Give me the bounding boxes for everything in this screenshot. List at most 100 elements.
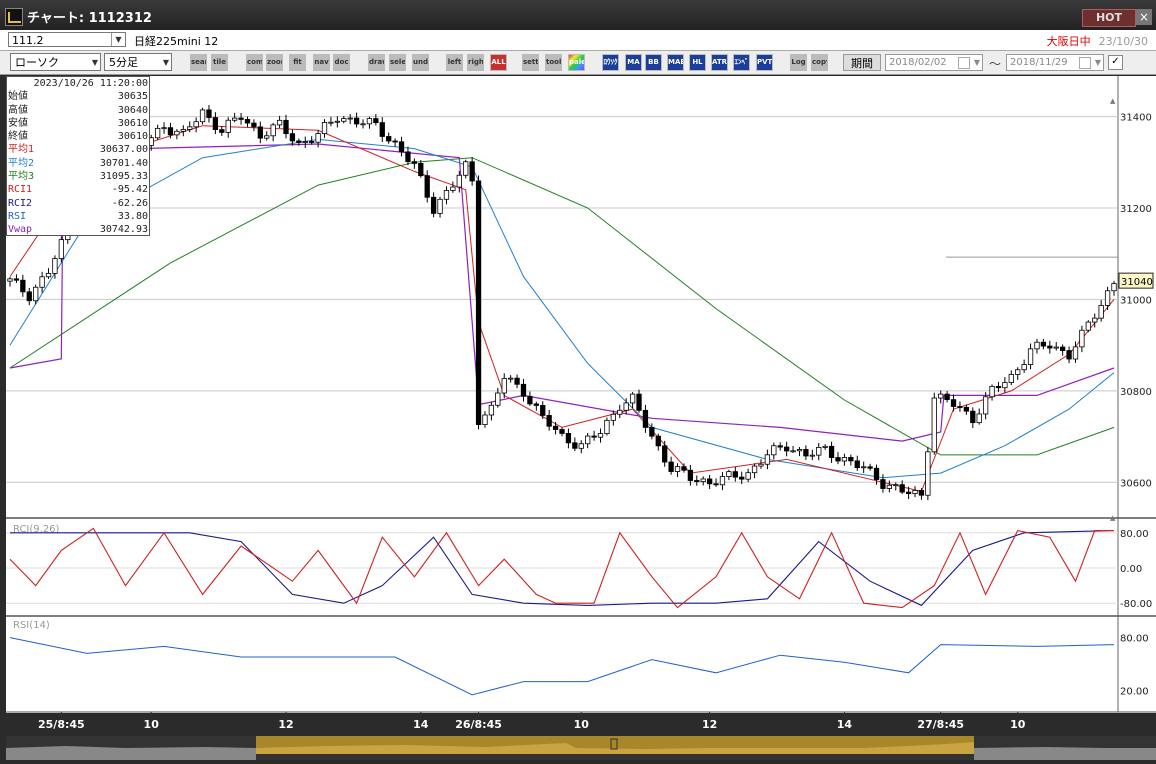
chart-area[interactable]: RCI(9,26) RSI(14) 31400 31200 31000 30800 30… xyxy=(6,76,1156,736)
candle-body xyxy=(610,413,616,421)
timeline-scrollbar[interactable] xyxy=(6,736,1156,760)
candle-body xyxy=(796,449,803,452)
time-tick-label: 14 xyxy=(413,718,429,731)
candle-body xyxy=(1008,374,1014,384)
rsi-tick-label: 80.00 xyxy=(1120,634,1149,645)
candle-body xyxy=(1040,341,1047,347)
calendar-icon[interactable] xyxy=(958,57,970,69)
candle-body xyxy=(244,119,251,124)
chart-type-select[interactable]: ローソク ▼ xyxy=(10,53,101,71)
candle-body xyxy=(1047,345,1053,349)
chevron-down-icon[interactable]: ▼ xyxy=(111,33,125,46)
toolbar-button-tile[interactable]: tile xyxy=(211,54,228,71)
toolbar-button-nav[interactable]: nav xyxy=(313,54,330,71)
candle-body xyxy=(578,443,584,449)
toolbar-button-atr[interactable]: ATR xyxy=(711,54,728,71)
candle-body xyxy=(950,399,957,407)
readout-label: RSI xyxy=(8,210,27,222)
candle-body xyxy=(328,121,334,124)
candle-body xyxy=(206,109,212,118)
interval-select[interactable]: 5分足 ▼ xyxy=(104,53,172,71)
toolbar-button-undo[interactable]: undo xyxy=(412,54,429,71)
candle-body xyxy=(540,405,546,416)
toolbar-button-all[interactable]: ALL xyxy=(490,54,507,71)
readout-label: 終値 xyxy=(8,131,28,143)
interval-value: 5分足 xyxy=(109,56,138,69)
candle-body xyxy=(270,124,276,137)
chevron-down-icon[interactable]: ▼ xyxy=(1095,55,1101,70)
readout-label: 平均1 xyxy=(8,144,35,156)
toolbar-button-fit[interactable]: fit xyxy=(289,54,306,71)
rsi-tick-label: 20.00 xyxy=(1120,686,1149,697)
toolbar-button-palette[interactable]: palette xyxy=(568,54,585,71)
toolbar-button-pvt[interactable]: PVT xyxy=(756,54,773,71)
candle-body xyxy=(963,406,970,412)
price-tick-label: 30800 xyxy=(1120,387,1152,398)
candle-body xyxy=(732,471,738,478)
candle-body xyxy=(52,258,58,274)
code-input[interactable]: 111.2 ▼ xyxy=(8,32,126,47)
date-to-input[interactable]: 2018/11/29 ▼ xyxy=(1006,54,1104,71)
candle-body xyxy=(58,239,64,259)
symbol-name: 日経225mini 12 xyxy=(134,35,219,48)
toolbar-button-bb[interactable]: BB xyxy=(645,54,662,71)
candle-body xyxy=(251,122,257,128)
toolbar-button-ﾛｳｿｸ[interactable]: ﾛｳｿｸ xyxy=(602,54,619,71)
scroll-arrow-icon: ▲ xyxy=(1110,97,1116,105)
candle-body xyxy=(1060,346,1066,351)
toolbar-button-right[interactable]: right xyxy=(467,54,484,71)
close-icon[interactable]: × xyxy=(1136,9,1152,25)
toolbar-button-zoom[interactable]: zoom xyxy=(266,54,283,71)
candle-body xyxy=(1053,346,1059,349)
candle-body xyxy=(970,410,976,424)
candle-body xyxy=(232,117,238,121)
date-to-value: 2018/11/29 xyxy=(1010,57,1068,68)
candle-body xyxy=(585,435,591,445)
toolbar-button-search[interactable]: search xyxy=(190,54,207,71)
toolbar-button-ｴﾝﾍﾞ[interactable]: ｴﾝﾍﾞ xyxy=(733,54,750,71)
period-checkbox[interactable]: ✓ xyxy=(1108,55,1123,70)
candle-body xyxy=(386,136,392,142)
candle-body xyxy=(591,435,597,438)
readout-value: 30701.40 xyxy=(99,157,148,169)
toolbar-button-doc[interactable]: doc xyxy=(333,54,350,71)
toolbar-button-mae[interactable]: MAE xyxy=(667,54,684,71)
toolbar-button-ma[interactable]: MA xyxy=(625,54,642,71)
chevron-down-icon[interactable]: ▼ xyxy=(974,55,980,70)
candle-body xyxy=(463,161,469,176)
candle-body xyxy=(39,276,45,288)
readout-row: 安値 30610 xyxy=(8,117,148,130)
candle-body xyxy=(373,118,379,124)
candle-body xyxy=(309,141,315,143)
candle-body xyxy=(572,442,578,449)
candle-body xyxy=(392,140,398,143)
chart-svg[interactable]: RCI(9,26) RSI(14) 3140031200310003080030… xyxy=(6,76,1156,736)
readout-label: 平均3 xyxy=(8,171,35,183)
toolbar-button-copy[interactable]: copy xyxy=(811,54,828,71)
toolbar-button-tool[interactable]: tool xyxy=(545,54,562,71)
toolbar-button-compare[interactable]: compare xyxy=(246,54,263,71)
scroll-arrow-icon: ▲ xyxy=(1110,514,1116,522)
readout-row: RCI1 -95.42 xyxy=(8,183,148,196)
period-button[interactable]: 期間 xyxy=(843,54,881,71)
toolbar-button-select[interactable]: select xyxy=(389,54,406,71)
calendar-icon[interactable] xyxy=(1079,57,1091,69)
toolbar-button-log[interactable]: Log xyxy=(790,54,807,71)
hot-button[interactable]: HOT xyxy=(1082,9,1136,27)
candle-body xyxy=(418,163,424,177)
date-from-input[interactable]: 2018/02/02 ▼ xyxy=(885,54,983,71)
candle-body xyxy=(527,395,533,405)
toolbar-button-left[interactable]: left xyxy=(446,54,463,71)
candle-body xyxy=(469,161,475,182)
toolbar-button-draw[interactable]: draw xyxy=(368,54,385,71)
readout-value: 31095.33 xyxy=(99,171,148,183)
toolbar-button-settings[interactable]: settings xyxy=(522,54,539,71)
candle-body xyxy=(700,478,706,482)
candle-body xyxy=(482,414,488,426)
candle-body xyxy=(604,419,610,434)
toolbar-button-hl[interactable]: HL xyxy=(689,54,706,71)
chevron-down-icon: ▼ xyxy=(91,58,98,67)
candle-body xyxy=(694,480,700,482)
readout-value: 30610 xyxy=(117,131,148,143)
candle-body xyxy=(687,469,694,481)
